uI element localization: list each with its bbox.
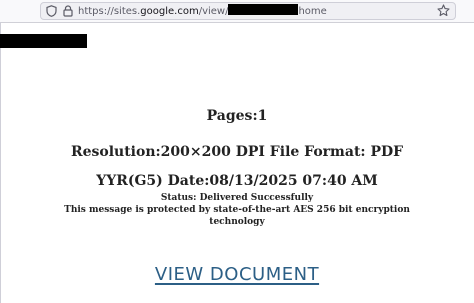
reference-date: YYR(G5) Date:08/13/2025 07:40 AM (96, 173, 378, 189)
encryption-notice-line2: technology (209, 217, 265, 227)
lock-icon[interactable] (63, 5, 73, 17)
view-document-link[interactable]: VIEW DOCUMENT (155, 264, 319, 285)
window-edge (0, 22, 1, 303)
url-redaction (228, 4, 299, 15)
url-prefix: https://sites. (78, 6, 141, 17)
url-suffix: home (298, 6, 327, 17)
delivery-status: Status: Delivered Successfully (160, 193, 314, 203)
logo-redaction (0, 34, 87, 48)
url-domain: google.com (140, 6, 199, 17)
encryption-notice-line1: This message is protected by state-of-th… (64, 205, 410, 215)
star-icon[interactable] (437, 4, 450, 17)
address-bar[interactable]: https://sites.google.com/view/home (40, 2, 456, 20)
url-text[interactable]: https://sites.google.com/view/home (78, 4, 327, 19)
encryption-notice: This message is protected by state-of-th… (0, 204, 474, 228)
shield-icon[interactable] (46, 5, 57, 17)
view-document-container: VIEW DOCUMENT (0, 264, 474, 285)
pages-count: Pages:1 (206, 108, 268, 124)
browser-toolbar: https://sites.google.com/view/home (0, 0, 474, 23)
url-path: /view/ (198, 6, 229, 17)
resolution-format: Resolution:200×200 DPI File Format: PDF (70, 144, 404, 160)
